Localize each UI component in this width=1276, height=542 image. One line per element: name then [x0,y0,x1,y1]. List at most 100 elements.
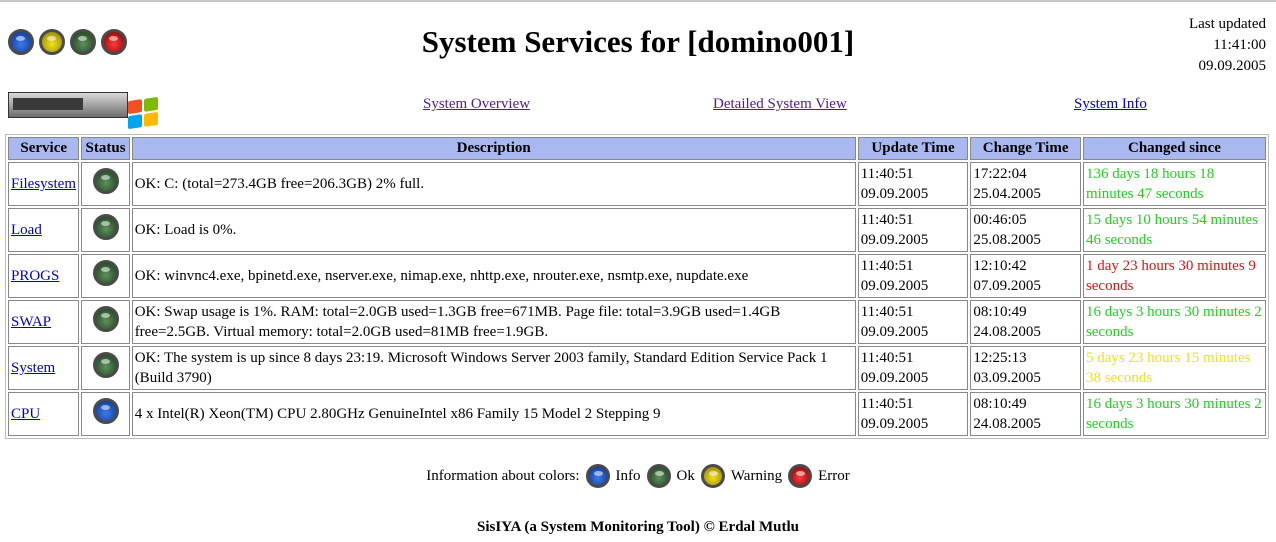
col-description: Description [131,137,856,160]
change-date: 25.08.2005 [973,232,1041,248]
info-status-icon [92,398,119,424]
system-overview-link[interactable]: System Overview [423,96,530,113]
table-row: PROGS OK: winvnc4.exe, bpinetd.exe, nserv… [8,254,1266,298]
update-date: 09.09.2005 [860,186,929,202]
service-cell: Filesystem [8,162,80,206]
service-cell: PROGS [8,254,80,298]
table-header-row: Service Status Description Update Time C… [8,137,1266,160]
server-icon [8,92,128,118]
service-cell: CPU [8,392,80,436]
update-date: 09.09.2005 [860,278,929,294]
col-status: Status [81,137,130,160]
changed-since-cell: 15 days 10 hours 54 minutes 46 seconds [1082,208,1266,252]
col-changed-since: Changed since [1082,137,1266,160]
status-cell [81,300,130,344]
description-cell: OK: winvnc4.exe, bpinetd.exe, nserver.ex… [131,254,856,298]
table-row: Load OK: Load is 0%. 11:40:51 09.09.2005 00:… [8,208,1266,252]
table-row: CPU 4 x Intel(R) Xeon(TM) CPU 2.80GHz Gen… [8,392,1266,436]
last-updated: Last updated 11:41:00 09.09.2005 [1189,14,1266,77]
update-time-cell: 11:40:51 09.09.2005 [857,392,969,436]
changed-since-cell: 136 days 18 hours 18 minutes 47 seconds [1082,162,1266,206]
update-time: 11:40:51 [860,212,914,228]
update-time-cell: 11:40:51 09.09.2005 [857,300,969,344]
change-time: 00:46:05 [973,212,1027,228]
legend-info-label: Info [615,467,641,484]
change-date: 07.09.2005 [973,278,1041,294]
update-date: 09.09.2005 [860,416,929,432]
services-table: Service Status Description Update Time C… [5,134,1269,439]
service-link[interactable]: System [11,360,55,376]
change-time: 17:22:04 [973,166,1027,182]
service-cell: System [8,346,80,390]
change-time-cell: 12:25:13 03.09.2005 [970,346,1081,390]
status-cell [81,392,130,436]
update-time-cell: 11:40:51 09.09.2005 [857,254,969,298]
changed-since-cell: 5 days 23 hours 15 minutes 38 seconds [1082,346,1266,390]
col-service: Service [8,137,80,160]
ok-legend-icon [646,464,671,488]
change-time-cell: 17:22:04 25.04.2005 [970,162,1081,206]
system-info-link[interactable]: System Info [1074,96,1147,113]
ok-status-icon [92,260,119,286]
change-time: 08:10:49 [973,304,1027,320]
info-legend-icon [585,464,610,488]
windows-logo-icon [128,96,158,130]
change-time-cell: 08:10:49 24.08.2005 [970,300,1081,344]
top-divider [0,0,1276,2]
col-change-time: Change Time [970,137,1081,160]
warning-legend-icon [700,464,725,488]
ok-status-icon [92,168,119,194]
update-time: 11:40:51 [860,258,914,274]
update-time-cell: 11:40:51 09.09.2005 [857,162,969,206]
description-cell: 4 x Intel(R) Xeon(TM) CPU 2.80GHz Genuin… [131,392,856,436]
footer-credit: SisIYA (a System Monitoring Tool) © Erda… [477,519,799,535]
legend-warning-label: Warning [730,467,783,484]
update-date: 09.09.2005 [860,232,929,248]
changed-since-cell: 1 day 23 hours 30 minutes 9 seconds [1082,254,1266,298]
change-time: 12:10:42 [973,258,1027,274]
status-cell [81,208,130,252]
change-time: 12:25:13 [973,350,1027,366]
ok-status-icon [92,214,119,240]
update-time: 11:40:51 [860,350,914,366]
last-updated-date: 09.09.2005 [1198,58,1267,74]
service-cell: Load [8,208,80,252]
changed-since-cell: 16 days 3 hours 30 minutes 2 seconds [1082,392,1266,436]
description-cell: OK: C: (total=273.4GB free=206.3GB) 2% f… [131,162,856,206]
service-link[interactable]: CPU [11,406,40,422]
service-cell: SWAP [8,300,80,344]
status-cell [81,346,130,390]
update-time-cell: 11:40:51 09.09.2005 [857,208,969,252]
detailed-system-view-link[interactable]: Detailed System View [713,96,847,113]
change-date: 24.08.2005 [973,416,1041,432]
color-legend: Information about colors: Info Ok Warnin… [0,464,1276,488]
status-cell [81,162,130,206]
update-time: 11:40:51 [860,396,914,412]
service-link[interactable]: Load [11,222,42,238]
change-date: 03.09.2005 [973,370,1041,386]
status-cell [81,254,130,298]
description-cell: OK: Load is 0%. [131,208,856,252]
table-row: SWAP OK: Swap usage is 1%. RAM: total=2.0… [8,300,1266,344]
error-legend-icon [788,464,813,488]
change-date: 25.04.2005 [973,186,1041,202]
legend-label: Information about colors: [426,467,580,484]
legend-error-label: Error [818,467,850,484]
service-link[interactable]: Filesystem [11,176,76,192]
change-time-cell: 12:10:42 07.09.2005 [970,254,1081,298]
description-cell: OK: Swap usage is 1%. RAM: total=2.0GB u… [131,300,856,344]
ok-status-icon [92,306,119,332]
update-date: 09.09.2005 [860,324,929,340]
last-updated-label: Last updated [1188,16,1266,32]
change-date: 24.08.2005 [973,324,1041,340]
description-cell: OK: The system is up since 8 days 23:19.… [131,346,856,390]
update-time: 11:40:51 [860,304,914,320]
changed-since-cell: 16 days 3 hours 30 minutes 2 seconds [1082,300,1266,344]
service-link[interactable]: SWAP [11,314,51,330]
col-update-time: Update Time [857,137,969,160]
update-time-cell: 11:40:51 09.09.2005 [857,346,969,390]
ok-status-icon [92,352,119,378]
legend-ok-label: Ok [676,467,695,484]
service-link[interactable]: PROGS [11,268,59,284]
change-time: 08:10:49 [973,396,1027,412]
